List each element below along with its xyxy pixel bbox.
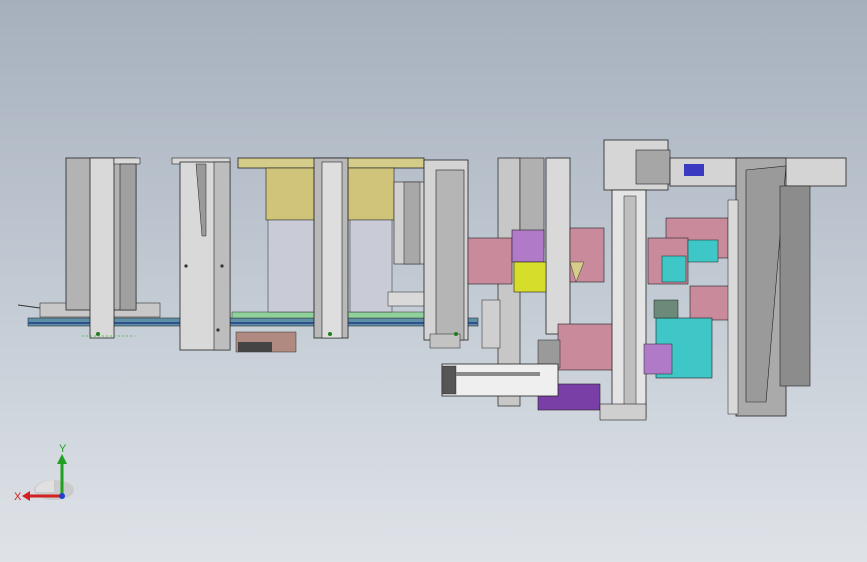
z-axis-marker xyxy=(59,493,65,499)
coordinate-triad: Y X xyxy=(14,443,74,503)
cad-viewport[interactable]: Y X xyxy=(0,0,867,562)
support-plate-2[interactable] xyxy=(171,157,231,351)
right-frame[interactable] xyxy=(643,157,847,417)
assembly-model[interactable] xyxy=(0,0,867,562)
y-axis-label: Y xyxy=(59,443,67,455)
x-axis-label: X xyxy=(14,491,22,503)
